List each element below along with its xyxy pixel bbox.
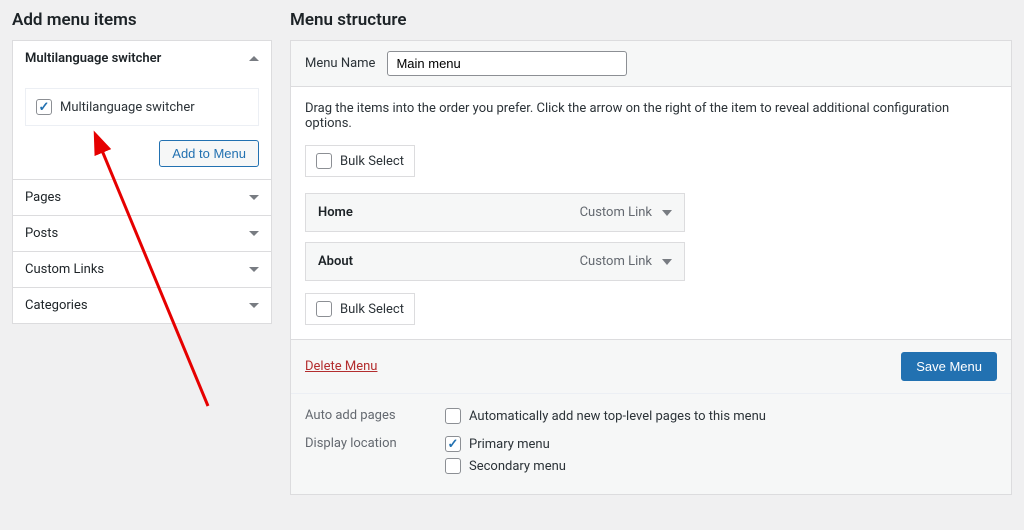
accordion-title: Pages [25, 190, 61, 205]
display-location-label: Display location [305, 436, 445, 474]
accordion-title: Custom Links [25, 262, 104, 277]
chevron-down-icon[interactable] [662, 259, 672, 265]
menu-item-title: About [318, 254, 353, 269]
chevron-down-icon [249, 303, 259, 308]
checkbox-label: Multilanguage switcher [60, 100, 195, 115]
checkbox-icon[interactable] [316, 153, 332, 169]
chevron-down-icon [249, 231, 259, 236]
chevron-down-icon [249, 267, 259, 272]
menu-item-type: Custom Link [580, 254, 652, 269]
checkbox-icon[interactable] [36, 99, 52, 115]
checkbox-icon[interactable] [445, 436, 461, 452]
option-label: Secondary menu [469, 459, 566, 474]
checkbox-icon[interactable] [445, 408, 461, 424]
accordion-header-custom-links[interactable]: Custom Links [13, 252, 271, 287]
accordion: Multilanguage switcher Multilanguage swi… [12, 40, 272, 324]
accordion-header-categories[interactable]: Categories [13, 288, 271, 323]
checkbox-icon[interactable] [316, 301, 332, 317]
display-location-secondary[interactable]: Secondary menu [445, 458, 566, 474]
auto-add-pages-label: Auto add pages [305, 408, 445, 424]
menu-items-list: Home Custom Link About Custom Link [305, 193, 685, 281]
accordion-title: Posts [25, 226, 58, 241]
accordion-header-pages[interactable]: Pages [13, 180, 271, 215]
bulk-select-label: Bulk Select [340, 302, 404, 317]
chevron-down-icon[interactable] [662, 210, 672, 216]
add-menu-items-heading: Add menu items [12, 10, 272, 30]
auto-add-pages-option[interactable]: Automatically add new top-level pages to… [445, 408, 766, 424]
menu-item-type: Custom Link [580, 205, 652, 220]
menu-structure-heading: Menu structure [290, 10, 1012, 30]
accordion-title: Categories [25, 298, 88, 313]
accordion-header-multilanguage[interactable]: Multilanguage switcher [13, 41, 271, 76]
menu-name-label: Menu Name [305, 56, 375, 71]
bulk-select-label: Bulk Select [340, 154, 404, 169]
option-label: Primary menu [469, 437, 550, 452]
menu-editor: Menu Name Drag the items into the order … [290, 40, 1012, 495]
checkbox-icon[interactable] [445, 458, 461, 474]
menu-item-about[interactable]: About Custom Link [305, 242, 685, 281]
accordion-title: Multilanguage switcher [25, 51, 161, 66]
add-to-menu-button[interactable]: Add to Menu [159, 140, 259, 167]
delete-menu-link[interactable]: Delete Menu [305, 359, 377, 374]
menu-item-home[interactable]: Home Custom Link [305, 193, 685, 232]
accordion-body: Multilanguage switcher Add to Menu [13, 76, 271, 179]
chevron-up-icon [249, 56, 259, 61]
menu-item-title: Home [318, 205, 353, 220]
display-location-primary[interactable]: Primary menu [445, 436, 566, 452]
option-label: Automatically add new top-level pages to… [469, 409, 766, 424]
save-menu-button[interactable]: Save Menu [901, 352, 997, 381]
bulk-select-top[interactable]: Bulk Select [305, 145, 415, 177]
chevron-down-icon [249, 195, 259, 200]
menu-name-input[interactable] [387, 51, 627, 76]
instructions-text: Drag the items into the order you prefer… [305, 101, 997, 131]
multilanguage-switcher-option[interactable]: Multilanguage switcher [25, 88, 259, 126]
bulk-select-bottom[interactable]: Bulk Select [305, 293, 415, 325]
accordion-header-posts[interactable]: Posts [13, 216, 271, 251]
